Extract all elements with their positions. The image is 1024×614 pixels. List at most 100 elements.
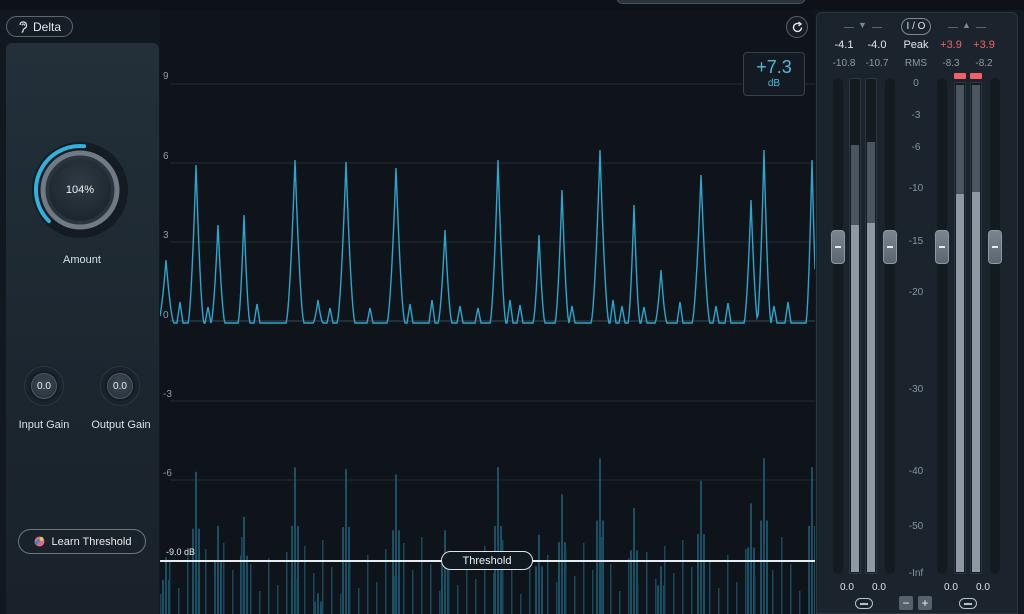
amount-knob[interactable]: 104% <box>25 135 135 245</box>
top-strip <box>0 0 1024 10</box>
scale-minus-button[interactable]: − <box>899 596 913 610</box>
output-link-icon[interactable] <box>959 598 977 609</box>
io-toggle-button[interactable]: I / O <box>901 18 931 35</box>
reduction-bar <box>592 570 594 614</box>
delta-button[interactable]: Delta <box>6 16 73 37</box>
output-rms-right: -8.2 <box>975 58 993 69</box>
reduction-bar <box>340 594 342 614</box>
reduction-bar <box>637 585 639 614</box>
reduction-bar <box>320 601 322 614</box>
reduction-bar <box>398 530 400 614</box>
input-fader-track-right[interactable] <box>885 78 895 574</box>
reduction-bar <box>246 555 248 614</box>
meter-scale-label: -6 <box>911 142 921 153</box>
reduction-bar <box>313 573 315 614</box>
reset-button[interactable] <box>786 16 808 38</box>
reduction-bar <box>162 579 164 614</box>
peak-label: Peak <box>903 39 929 51</box>
reduction-bar <box>331 567 333 614</box>
input-arrow-icon: ▼ <box>858 20 867 30</box>
input-gain-knob[interactable]: 0.0 <box>24 366 64 406</box>
gain-readout: +7.3 dB <box>743 52 805 96</box>
y-label-9: 9 <box>163 71 169 82</box>
output-fader-handle-left[interactable] <box>935 230 949 264</box>
reduction-bar <box>457 585 459 614</box>
reduction-bar <box>538 588 540 614</box>
input-dash <box>872 27 882 28</box>
reduction-bar <box>441 563 443 614</box>
reduction-bar <box>511 567 513 614</box>
output-peak-left: +3.9 <box>940 39 962 51</box>
reduction-bar <box>444 530 446 614</box>
input-fader-track-left[interactable] <box>833 78 843 574</box>
y-label-minus3: -3 <box>163 389 172 400</box>
input-dash <box>844 27 854 28</box>
reduction-bar <box>561 494 563 614</box>
reduction-bar <box>345 469 347 614</box>
meter-scale-label: -3 <box>911 110 921 121</box>
input-fader-handle-right[interactable] <box>883 230 897 264</box>
input-fader-value-left: 0.0 <box>840 582 854 593</box>
meter-scale-label: -20 <box>908 287 924 298</box>
reduction-bar <box>673 573 675 614</box>
reduction-bar <box>421 537 423 614</box>
reduction-bar <box>682 540 684 614</box>
reduction-bar <box>160 594 162 614</box>
waveform-graph[interactable] <box>160 10 815 614</box>
waveform-line <box>160 149 815 324</box>
reduction-bar <box>747 547 749 614</box>
output-fader-value-left: 0.0 <box>944 582 958 593</box>
reduction-bar <box>259 591 261 614</box>
reduction-bar <box>439 591 441 614</box>
grid-lines <box>170 83 815 481</box>
reduction-bar <box>700 594 702 614</box>
output-fader-handle-right[interactable] <box>988 230 1002 264</box>
reduction-bar <box>781 537 783 614</box>
output-gain-knob[interactable]: 0.0 <box>100 366 140 406</box>
reduction-bar <box>198 528 200 614</box>
learn-threshold-button[interactable]: Learn Threshold <box>18 529 146 554</box>
reduction-bar <box>250 564 252 614</box>
reduction-bar <box>790 564 792 614</box>
reduction-bar <box>760 520 762 614</box>
reduction-bar <box>547 555 549 614</box>
reduction-bar <box>297 525 299 614</box>
amount-value: 104% <box>65 184 95 196</box>
reduction-bar <box>766 520 768 614</box>
reduction-bar <box>754 576 756 614</box>
output-dash <box>976 27 986 28</box>
scale-plus-button[interactable]: + <box>918 596 932 610</box>
input-fader-handle-left[interactable] <box>831 230 845 264</box>
threshold-handle[interactable]: Threshold <box>441 551 533 570</box>
output-fader-track-right[interactable] <box>990 78 1000 574</box>
input-link-icon[interactable] <box>855 598 873 609</box>
reduction-bar <box>304 546 306 614</box>
input-peak-left: -4.1 <box>834 39 854 51</box>
output-fader-track-left[interactable] <box>937 78 947 574</box>
reduction-bar <box>541 566 543 614</box>
reduction-bar <box>736 582 738 614</box>
reduction-bar <box>475 579 477 614</box>
output-peak-right: +3.9 <box>973 39 995 51</box>
reduction-bar <box>691 567 693 614</box>
meter-scale-label: -15 <box>908 236 924 247</box>
reduction-bar <box>241 537 243 614</box>
reduction-bar <box>243 516 245 614</box>
reduction-bar <box>178 588 180 614</box>
reduction-bar <box>217 525 219 614</box>
threshold-db-value: -9.0 dB <box>166 547 196 557</box>
reduction-bar <box>317 593 319 614</box>
gain-readout-value: +7.3 <box>756 57 792 77</box>
output-arrow-icon: ▲ <box>962 20 971 30</box>
meter-scale-label: 0 <box>913 78 919 89</box>
y-label-minus6: -6 <box>163 468 172 479</box>
learn-threshold-label: Learn Threshold <box>51 535 132 548</box>
output-gain-label: Output Gain <box>91 419 151 431</box>
reduction-bar <box>709 561 711 614</box>
input-rms-right: -10.7 <box>865 58 889 69</box>
reduction-bar <box>358 588 360 614</box>
delta-label: Delta <box>32 19 61 34</box>
top-preset-bar[interactable] <box>616 0 806 4</box>
reduction-bar <box>367 555 369 614</box>
reduction-bar <box>750 503 752 614</box>
